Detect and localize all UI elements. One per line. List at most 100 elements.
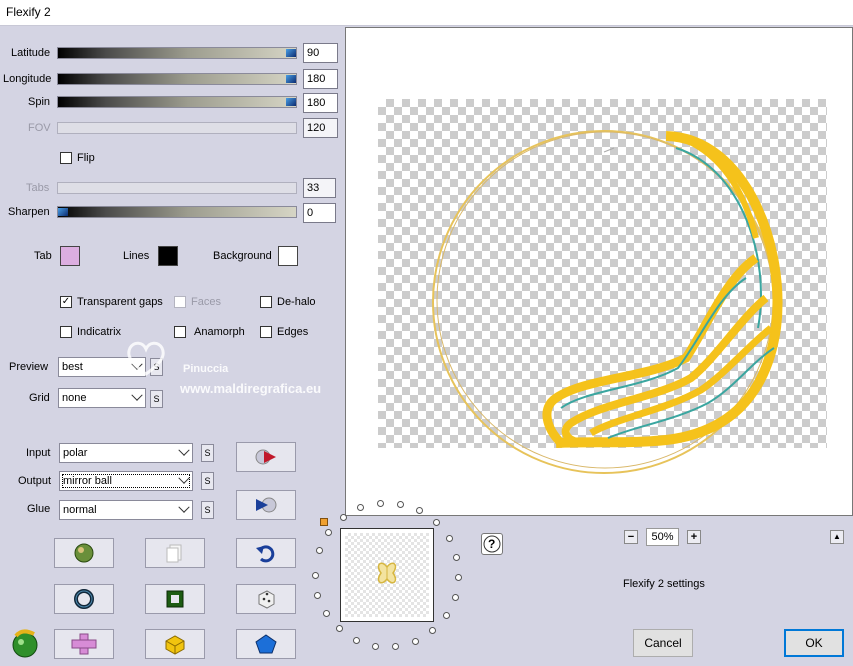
edges-checkbox[interactable] [260,326,272,338]
preview-select-value: best [62,361,83,373]
flip-checkbox[interactable] [60,152,72,164]
navigator-handle[interactable] [320,518,328,526]
green-frame-icon [166,590,184,608]
grid-s-button[interactable]: S [150,390,163,408]
sharpen-slider-knob[interactable] [58,208,68,216]
indicatrix-checkbox[interactable] [60,326,72,338]
preview-label: Preview [9,361,49,373]
longitude-slider-knob[interactable] [286,75,296,83]
navigator-dot [451,593,459,601]
thumbnail-render [377,562,397,584]
tabs-slider [57,182,297,194]
collapse-button[interactable]: ▲ [830,530,844,544]
globe-button[interactable] [54,538,114,568]
navigator-dot [442,612,450,620]
tabs-label: Tabs [26,182,50,194]
glue-s-button[interactable]: S [201,501,214,519]
navigator-dot [322,610,330,618]
longitude-slider[interactable] [57,73,297,85]
fov-label: FOV [28,122,51,134]
lines-color-swatch[interactable] [158,246,178,266]
glue-label: Glue [27,503,51,515]
indicatrix-label: Indicatrix [77,326,122,338]
watermark-name: Pinuccia [183,363,229,375]
copy-page-icon [166,544,182,563]
play-back-button[interactable] [236,490,296,520]
navigator-dot [392,642,400,650]
play-back-icon [256,497,277,513]
tab-color-label: Tab [34,250,52,262]
mirror-ball-render [432,130,783,474]
output-s-button[interactable]: S [201,472,214,490]
background-color-swatch[interactable] [278,246,298,266]
glue-select-value: normal [63,504,97,516]
navigator-dot [315,546,323,554]
cube-button[interactable] [145,629,205,659]
play-forward-icon [255,449,276,465]
sharpen-value[interactable]: 0 [303,203,336,223]
lines-color-label: Lines [123,250,150,262]
input-select-value: polar [63,447,88,459]
cancel-button[interactable]: Cancel [633,629,693,657]
dice-icon [258,590,275,609]
latitude-slider[interactable] [57,47,297,59]
copy-button[interactable] [145,538,205,568]
grid-select[interactable]: none [58,388,146,408]
longitude-label: Longitude [3,73,52,85]
ring-button[interactable] [54,584,114,614]
faces-label: Faces [191,296,221,308]
watermark-url: www.maldiregrafica.eu [180,381,322,396]
navigator-dot [376,499,384,507]
spin-slider[interactable] [57,96,297,108]
navigator-dot [352,636,360,644]
navigator-dot [397,500,405,508]
navigator-dot [455,573,463,581]
ring-icon [74,589,94,609]
spin-value[interactable]: 180 [303,93,338,113]
watermark-heart-logo [124,338,168,378]
spin-slider-knob[interactable] [286,98,296,106]
input-select[interactable]: polar [59,443,193,463]
anamorph-checkbox[interactable] [174,326,186,338]
sharpen-label: Sharpen [8,206,50,218]
dice-button[interactable] [236,584,296,614]
undo-arrow-icon [256,545,275,563]
play-forward-button[interactable] [236,442,296,472]
window-title: Flexify 2 [6,5,51,19]
output-select-value: mirror ball [63,475,112,487]
latitude-slider-knob[interactable] [286,49,296,57]
input-s-button[interactable]: S [201,444,214,462]
zoom-out-button[interactable]: − [624,530,638,544]
pink-cross-icon [71,633,97,655]
fov-value: 120 [303,118,338,138]
navigator-dot [445,534,453,542]
navigator-dot [339,514,347,522]
de-halo-checkbox[interactable] [260,296,272,308]
faces-checkbox [174,296,186,308]
latitude-value[interactable]: 90 [303,43,338,63]
transparent-gaps-checkbox[interactable]: ✓ [60,296,72,308]
navigator-dot [335,625,343,633]
navigator-dot [311,571,319,579]
longitude-value[interactable]: 180 [303,69,338,89]
glue-select[interactable]: normal [59,500,193,520]
preview-canvas[interactable] [345,27,853,516]
blue-pentagon-icon [255,634,277,654]
fov-slider [57,122,297,134]
zoom-in-button[interactable]: + [687,530,701,544]
pentagon-button[interactable] [236,629,296,659]
undo-button[interactable] [236,538,296,568]
help-button[interactable]: ? [481,533,503,555]
tab-color-swatch[interactable] [60,246,80,266]
cross-button[interactable] [54,629,114,659]
sharpen-slider[interactable] [57,206,297,218]
latitude-label: Latitude [11,47,51,59]
frame-button[interactable] [145,584,205,614]
globe-icon [74,543,94,563]
ok-button[interactable]: OK [784,629,844,657]
thumbnail-navigator[interactable] [340,528,434,622]
title-bar: Flexify 2 [0,0,853,26]
help-label: ? [488,537,496,551]
output-label: Output [18,475,52,487]
output-select[interactable]: mirror ball [59,471,193,491]
